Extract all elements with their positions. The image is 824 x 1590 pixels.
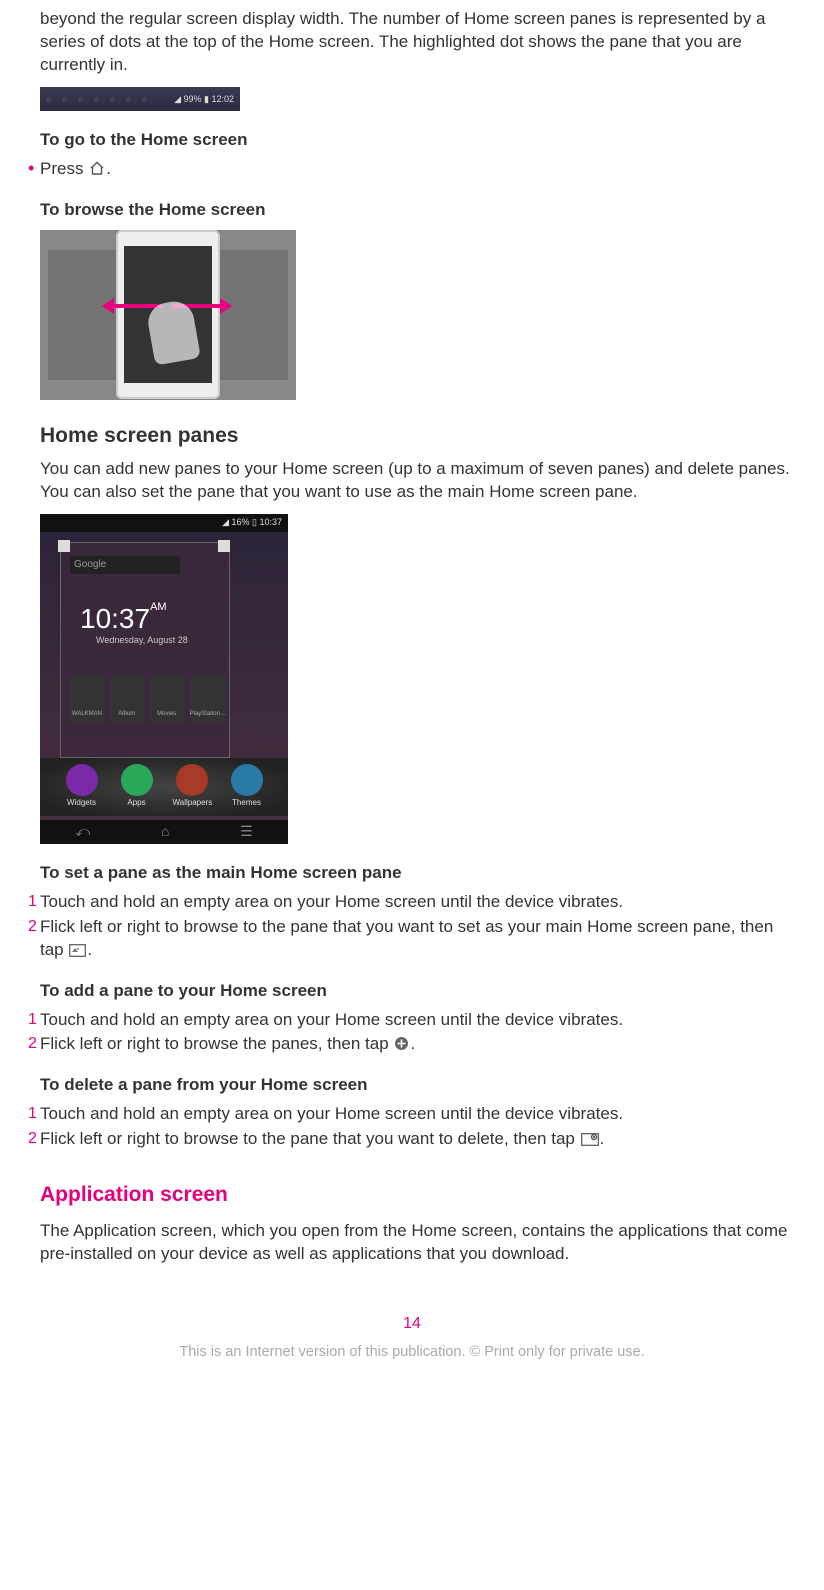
- app-screen-heading: Application screen: [40, 1181, 796, 1209]
- delete-pane-step1: Touch and hold an empty area on your Hom…: [40, 1103, 796, 1126]
- swipe-screenshot: [40, 230, 296, 400]
- add-pane-step1-row: 1 Touch and hold an empty area on your H…: [28, 1009, 796, 1032]
- add-pane-heading: To add a pane to your Home screen: [40, 980, 796, 1003]
- panes-wheel-item: Widgets: [63, 764, 101, 809]
- home-flag-icon: [69, 944, 86, 957]
- set-main-step2-row: 2 Flick left or right to browse to the p…: [28, 916, 796, 962]
- home-icon: [89, 161, 105, 176]
- panes-thumb: WALKMAN: [70, 674, 104, 722]
- panes-inner: [60, 542, 230, 758]
- delete-pane-step2: Flick left or right to browse to the pan…: [40, 1128, 796, 1151]
- panes-screenshot: ◢ 16% ▯ 10:37 Google 10:37AM Wednesday, …: [40, 514, 288, 844]
- panes-wheel: Widgets Apps Wallpapers Themes: [40, 758, 288, 816]
- app-screen-body: The Application screen, which you open f…: [28, 1220, 796, 1266]
- go-home-bullet-row: • Press .: [28, 158, 796, 181]
- page-number: 14: [28, 1313, 796, 1335]
- panes-thumb-row: WALKMAN Album Movies PlayStation…: [70, 674, 226, 722]
- home-nav-icon: ⌂: [161, 822, 169, 841]
- step-number: 2: [28, 916, 40, 938]
- panes-corner-tl-icon: [58, 540, 70, 552]
- page-content: beyond the regular screen display width.…: [0, 0, 824, 1403]
- go-home-heading: To go to the Home screen: [40, 129, 796, 152]
- add-pane-step1: Touch and hold an empty area on your Hom…: [40, 1009, 796, 1032]
- delete-pane-step1-row: 1 Touch and hold an empty area on your H…: [28, 1103, 796, 1126]
- plus-circle-icon: [394, 1036, 409, 1051]
- footer-text: This is an Internet version of this publ…: [28, 1343, 796, 1363]
- browse-home-heading: To browse the Home screen: [40, 199, 796, 222]
- statusbar-dots: ○ ○ ○ ○ ○ ○ ○: [46, 93, 151, 105]
- go-home-text: Press .: [40, 158, 796, 181]
- statusbar-right: ◢ 99% ▮ 12:02: [174, 93, 234, 105]
- delete-pane-heading: To delete a pane from your Home screen: [40, 1074, 796, 1097]
- add-pane-step2: Flick left or right to browse the panes,…: [40, 1033, 796, 1056]
- panes-thumb: Movies: [150, 674, 184, 722]
- go-home-pre: Press: [40, 159, 88, 178]
- set-main-step2: Flick left or right to browse to the pan…: [40, 916, 796, 962]
- delete-pane-icon: [581, 1133, 599, 1146]
- panes-clock-sub: Wednesday, August 28: [96, 634, 188, 646]
- set-main-step1-row: 1 Touch and hold an empty area on your H…: [28, 891, 796, 914]
- recent-icon: ☰: [240, 822, 253, 841]
- set-main-heading: To set a pane as the main Home screen pa…: [40, 862, 796, 885]
- panes-wheel-item: Apps: [118, 764, 156, 809]
- panes-thumb: Album: [110, 674, 144, 722]
- delete-pane-step2-row: 2 Flick left or right to browse to the p…: [28, 1128, 796, 1151]
- statusbar-screenshot: ○ ○ ○ ○ ○ ○ ○ ◢ 99% ▮ 12:02: [40, 87, 240, 111]
- panes-thumb: PlayStation…: [190, 674, 226, 722]
- step-number: 1: [28, 891, 40, 913]
- panes-section-body: You can add new panes to your Home scree…: [28, 458, 796, 504]
- step-number: 2: [28, 1033, 40, 1055]
- add-pane-step2-row: 2 Flick left or right to browse the pane…: [28, 1033, 796, 1056]
- go-home-post: .: [106, 159, 111, 178]
- back-icon: ⤺: [75, 822, 90, 841]
- bullet-marker: •: [28, 158, 40, 180]
- set-main-step1: Touch and hold an empty area on your Hom…: [40, 891, 796, 914]
- panes-nav-bar: ⤺ ⌂ ☰: [40, 820, 288, 844]
- panes-clock: 10:37AM: [80, 600, 167, 638]
- panes-corner-tr-icon: [218, 540, 230, 552]
- panes-section-heading: Home screen panes: [40, 422, 796, 450]
- panes-status: ◢ 16% ▯ 10:37: [40, 514, 288, 532]
- panes-google-bar: Google: [70, 556, 180, 574]
- panes-wheel-item: Wallpapers: [173, 764, 211, 809]
- step-number: 1: [28, 1009, 40, 1031]
- panes-wheel-item: Themes: [228, 764, 266, 809]
- step-number: 1: [28, 1103, 40, 1125]
- step-number: 2: [28, 1128, 40, 1150]
- intro-paragraph: beyond the regular screen display width.…: [28, 8, 796, 77]
